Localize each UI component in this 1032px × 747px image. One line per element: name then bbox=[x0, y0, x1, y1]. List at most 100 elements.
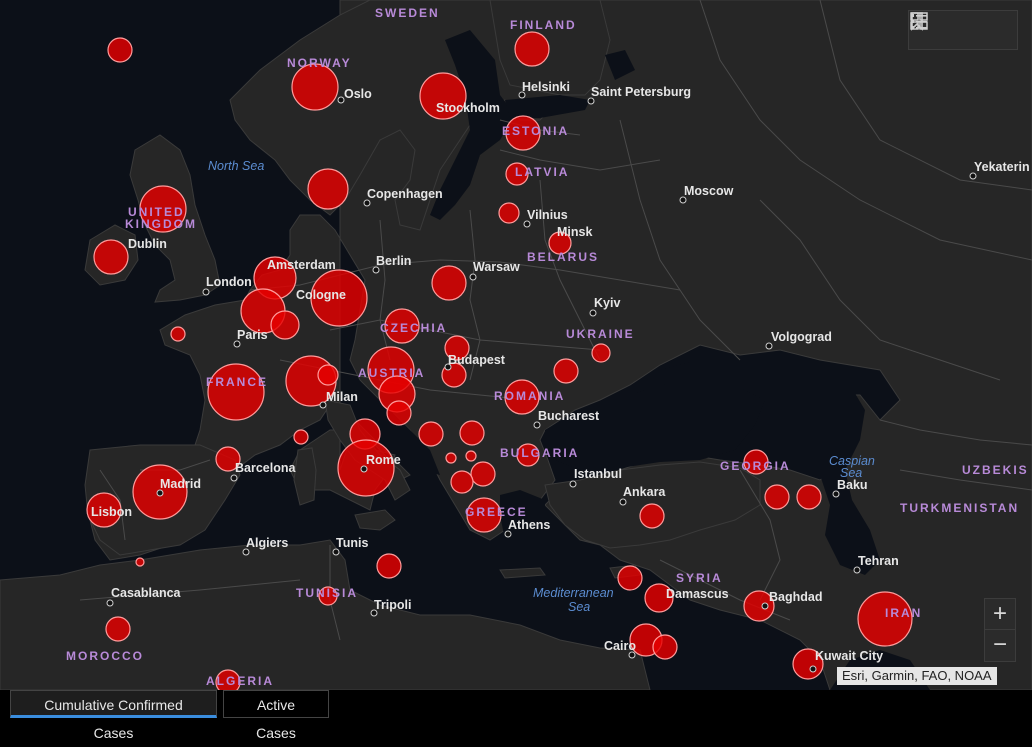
case-circle[interactable] bbox=[293, 429, 309, 445]
city-label: Vilnius bbox=[527, 208, 568, 222]
case-circle[interactable] bbox=[386, 400, 412, 426]
city-dot bbox=[106, 599, 114, 607]
city-label: Minsk bbox=[557, 225, 592, 239]
city-label: Athens bbox=[508, 518, 550, 532]
country-label: UKRAINE bbox=[566, 327, 635, 341]
country-label: NORWAY bbox=[287, 56, 352, 70]
city-dot bbox=[569, 480, 577, 488]
city-label: Rome bbox=[366, 453, 401, 467]
city-label: Tunis bbox=[336, 536, 368, 550]
city-label: Helsinki bbox=[522, 80, 570, 94]
sea-label: North Sea bbox=[208, 159, 264, 173]
country-label: CZECHIA bbox=[380, 321, 447, 335]
country-label: UZBEKIS bbox=[962, 463, 1029, 477]
country-label: AUSTRIA bbox=[358, 366, 425, 380]
case-circle[interactable] bbox=[105, 616, 131, 642]
city-label: Yekaterin bbox=[974, 160, 1030, 174]
city-label: Copenhagen bbox=[367, 187, 443, 201]
case-circle[interactable] bbox=[470, 461, 496, 487]
case-circle[interactable] bbox=[652, 634, 678, 660]
case-circle[interactable] bbox=[639, 503, 665, 529]
case-circle[interactable] bbox=[465, 450, 477, 462]
city-label: Damascus bbox=[666, 587, 729, 601]
case-circle[interactable] bbox=[317, 364, 339, 386]
case-circle[interactable] bbox=[307, 168, 349, 210]
case-circle[interactable] bbox=[617, 565, 643, 591]
zoom-out-button[interactable]: − bbox=[985, 629, 1015, 660]
city-dot bbox=[761, 602, 769, 610]
case-circle[interactable] bbox=[431, 265, 467, 301]
city-label: Paris bbox=[237, 328, 268, 342]
city-label: Casablanca bbox=[111, 586, 182, 600]
country-label: GEORGIA bbox=[720, 459, 791, 473]
basemap-gallery-icon[interactable] bbox=[910, 12, 1011, 42]
country-label: ALGERIA bbox=[206, 674, 274, 688]
tab-active-cases[interactable]: Active Cases bbox=[223, 690, 329, 741]
city-dot bbox=[202, 288, 210, 296]
country-label: ESTONIA bbox=[502, 124, 569, 138]
country-label: LATVIA bbox=[515, 165, 569, 179]
case-circle[interactable] bbox=[450, 470, 474, 494]
case-circle[interactable] bbox=[270, 310, 300, 340]
city-label: Saint Petersburg bbox=[591, 85, 691, 99]
country-label: BULGARIA bbox=[500, 446, 579, 460]
country-label: BELARUS bbox=[527, 250, 599, 264]
case-circle[interactable] bbox=[207, 363, 265, 421]
country-label: GREECE bbox=[465, 505, 528, 519]
case-circle[interactable] bbox=[107, 37, 133, 63]
city-label: Cairo bbox=[604, 639, 636, 653]
city-label: Madrid bbox=[160, 477, 201, 491]
city-label: Oslo bbox=[344, 87, 372, 101]
case-circle[interactable] bbox=[170, 326, 186, 342]
city-label: Budapest bbox=[448, 353, 506, 367]
case-circle[interactable] bbox=[418, 421, 444, 447]
country-label: FINLAND bbox=[510, 18, 577, 32]
basemap: North Sea Caspian Sea Mediterranean Sea bbox=[0, 0, 1032, 690]
country-label: KINGDOM bbox=[125, 217, 197, 231]
city-label: Moscow bbox=[684, 184, 734, 198]
city-dot bbox=[589, 309, 597, 317]
country-label: ROMANIA bbox=[494, 389, 565, 403]
layer-tabs: Cumulative Confirmed Cases Active Cases bbox=[0, 690, 1032, 741]
case-circle[interactable] bbox=[498, 202, 520, 224]
city-label: Dublin bbox=[128, 237, 167, 251]
case-circle[interactable] bbox=[764, 484, 790, 510]
case-circle[interactable] bbox=[796, 484, 822, 510]
country-label: MOROCCO bbox=[66, 649, 144, 663]
tab-cumulative-confirmed-cases[interactable]: Cumulative Confirmed Cases bbox=[10, 690, 217, 741]
city-label: Lisbon bbox=[91, 505, 132, 519]
country-label: SYRIA bbox=[676, 571, 723, 585]
case-circle[interactable] bbox=[445, 452, 457, 464]
city-label: Ankara bbox=[623, 485, 666, 499]
map-view[interactable]: North Sea Caspian Sea Mediterranean Sea bbox=[0, 0, 1032, 690]
city-label: Amsterdam bbox=[267, 258, 336, 272]
sea-label: Mediterranean bbox=[533, 586, 614, 600]
country-label: FRANCE bbox=[206, 375, 268, 389]
city-dot bbox=[469, 273, 477, 281]
city-label: Kyiv bbox=[594, 296, 620, 310]
city-label: Baku bbox=[837, 478, 868, 492]
sea-label: Sea bbox=[568, 600, 590, 614]
city-label: London bbox=[206, 275, 252, 289]
case-circle[interactable] bbox=[93, 239, 129, 275]
city-label: Tripoli bbox=[374, 598, 412, 612]
zoom-control: + − bbox=[984, 598, 1016, 662]
city-label: Istanbul bbox=[574, 467, 622, 481]
case-circle[interactable] bbox=[376, 553, 402, 579]
case-circle[interactable] bbox=[459, 420, 485, 446]
case-circle[interactable] bbox=[291, 63, 339, 111]
city-dot bbox=[619, 498, 627, 506]
country-label: TURKMENISTAN bbox=[900, 501, 1019, 515]
case-circle[interactable] bbox=[135, 557, 145, 567]
map-attribution: Esri, Garmin, FAO, NOAA bbox=[837, 667, 997, 685]
city-label: Kuwait City bbox=[815, 649, 883, 663]
zoom-in-button[interactable]: + bbox=[985, 599, 1015, 629]
country-label: SWEDEN bbox=[375, 6, 440, 20]
city-label: Bucharest bbox=[538, 409, 600, 423]
legend-list-icon[interactable] bbox=[911, 14, 975, 42]
case-circle[interactable] bbox=[514, 31, 550, 67]
case-circle[interactable] bbox=[553, 358, 579, 384]
city-label: Tehran bbox=[858, 554, 899, 568]
case-circle[interactable] bbox=[591, 343, 611, 363]
city-label: Baghdad bbox=[769, 590, 822, 604]
